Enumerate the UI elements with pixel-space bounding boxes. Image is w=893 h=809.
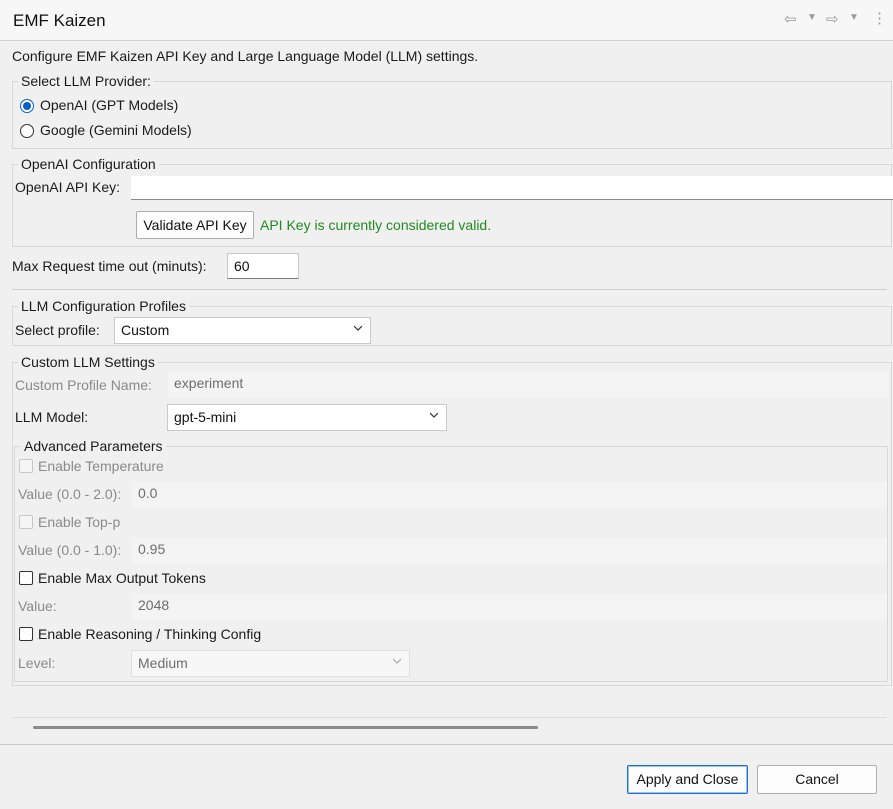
validate-api-key-button[interactable]: Validate API Key [136,211,254,239]
horizontal-scrollbar[interactable] [33,726,538,729]
api-key-label: OpenAI API Key: [15,179,121,195]
chevron-down-icon [354,325,362,331]
reasoning-level-value: Medium [138,655,188,671]
footer-separator [0,744,893,745]
forward-arrow-icon[interactable]: ⇨ [826,10,839,28]
profile-select[interactable]: Custom [114,317,371,344]
custom-settings-group-label: Custom LLM Settings [18,354,158,370]
radio-google-label[interactable]: Google (Gemini Models) [40,122,192,138]
reasoning-level-select: Medium [131,650,410,677]
scroll-area-bottom-border [12,717,887,718]
page-title: EMF Kaizen [13,11,106,30]
advanced-group-label: Advanced Parameters [21,438,166,454]
top-p-value-label: Value (0.0 - 1.0): [18,542,122,558]
max-tokens-value-label: Value: [18,598,57,614]
intro-text: Configure EMF Kaizen API Key and Large L… [12,48,479,64]
profiles-group-label: LLM Configuration Profiles [18,298,189,314]
back-arrow-icon[interactable]: ⇦ [784,10,797,28]
temperature-value-label: Value (0.0 - 2.0): [18,486,122,502]
reasoning-level-label: Level: [18,655,56,671]
llm-model-value: gpt-5-mini [174,409,237,425]
api-key-input[interactable] [131,176,893,200]
top-p-label: Enable Top-p [38,514,121,530]
radio-openai-label[interactable]: OpenAI (GPT Models) [40,97,178,113]
temperature-value-field: 0.0 [132,482,887,508]
max-tokens-value-field: 2048 [132,594,887,620]
max-tokens-label[interactable]: Enable Max Output Tokens [38,570,206,586]
temperature-label: Enable Temperature [38,458,164,474]
cancel-button[interactable]: Cancel [757,765,877,794]
custom-profile-name-field: experiment [168,372,888,398]
title-bar: EMF Kaizen ⇦ ▼ ⇨ ▼ ⋮ [0,0,893,41]
radio-openai[interactable] [20,99,34,113]
llm-model-label: LLM Model: [15,409,89,425]
apply-and-close-button[interactable]: Apply and Close [627,765,748,794]
top-p-checkbox[interactable] [19,515,33,529]
provider-group-label: Select LLM Provider: [18,73,154,89]
custom-profile-name-label: Custom Profile Name: [15,377,152,393]
profile-select-value: Custom [121,322,170,338]
top-p-value-field: 0.95 [132,538,887,564]
validation-status: API Key is currently considered valid. [260,217,492,233]
reasoning-checkbox[interactable] [19,627,33,641]
temperature-checkbox[interactable] [19,459,33,473]
timeout-input[interactable] [227,253,299,279]
provider-group [12,81,892,149]
back-dropdown-icon[interactable]: ▼ [807,12,817,23]
chevron-down-icon [393,658,401,664]
timeout-label: Max Request time out (minuts): [12,258,207,274]
reasoning-label[interactable]: Enable Reasoning / Thinking Config [38,626,261,642]
max-tokens-checkbox[interactable] [19,571,33,585]
select-profile-label: Select profile: [15,322,100,338]
forward-dropdown-icon[interactable]: ▼ [849,12,859,23]
llm-model-select[interactable]: gpt-5-mini [167,404,447,431]
separator [12,289,887,290]
radio-google[interactable] [20,124,34,138]
kebab-menu-icon[interactable]: ⋮ [872,9,887,27]
chevron-down-icon [430,412,438,418]
openai-config-group-label: OpenAI Configuration [18,156,159,172]
